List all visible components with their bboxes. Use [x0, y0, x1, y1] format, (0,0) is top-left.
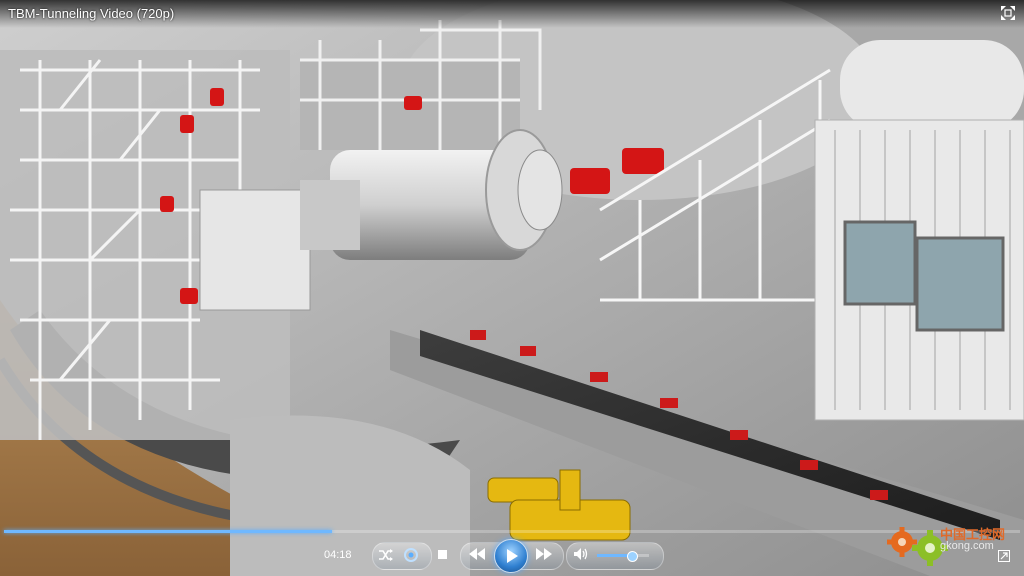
previous-icon[interactable] [468, 548, 486, 560]
watermark-url: gkong.com [940, 540, 994, 552]
seek-progress [4, 530, 333, 533]
seek-bar[interactable] [4, 530, 1020, 533]
playback-controls: 04:18 [0, 536, 1024, 576]
shuffle-icon[interactable] [378, 548, 394, 562]
title-bar: TBM-Tunneling Video (720p) [0, 0, 1024, 28]
next-icon[interactable] [535, 548, 553, 560]
video-title: TBM-Tunneling Video (720p) [8, 6, 175, 21]
stop-icon[interactable] [437, 549, 448, 560]
volume-slider[interactable] [597, 551, 649, 562]
play-icon [507, 549, 518, 563]
repeat-icon[interactable] [403, 547, 419, 563]
video-frame[interactable] [0, 0, 1024, 576]
fullscreen-icon[interactable] [1000, 5, 1016, 21]
volume-knob[interactable] [626, 551, 638, 562]
video-player: TBM-Tunneling Video (720p) 04:18 中国工控网 g… [0, 0, 1024, 576]
volume-level [597, 554, 631, 557]
current-time: 04:18 [324, 549, 352, 561]
volume-icon[interactable] [573, 547, 589, 561]
play-button[interactable] [494, 539, 528, 573]
